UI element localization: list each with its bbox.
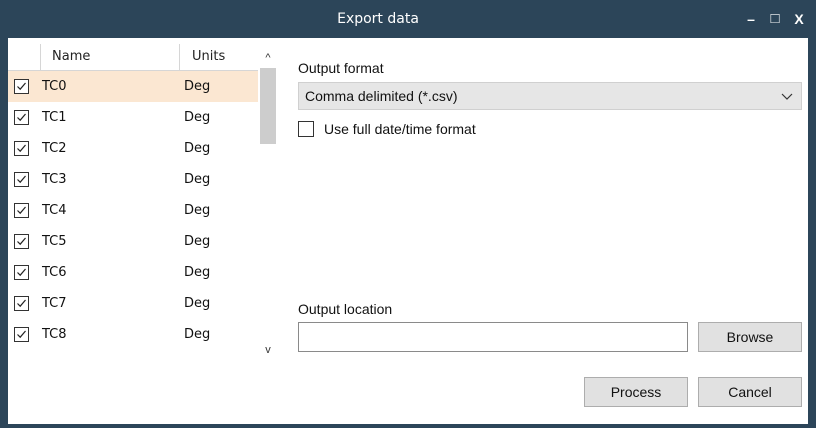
scroll-thumb[interactable] — [260, 68, 276, 144]
row-checkbox[interactable] — [14, 141, 29, 156]
row-checkbox[interactable] — [14, 234, 29, 249]
row-name: TC7 — [42, 296, 67, 311]
row-units: Deg — [184, 265, 211, 280]
row-units: Deg — [184, 141, 211, 156]
row-name: TC3 — [42, 172, 67, 187]
row-name: TC2 — [42, 141, 67, 156]
vertical-scrollbar[interactable]: ^ v — [258, 44, 278, 364]
row-checkbox[interactable] — [14, 327, 29, 342]
row-name: TC0 — [42, 79, 67, 94]
list-item[interactable]: TC4 Deg — [8, 195, 258, 226]
channel-list[interactable]: Name Units TC0 Deg TC1 Deg TC2 Deg TC3 Deg TC4 De… — [8, 44, 278, 364]
output-format-value: Comma delimited (*.csv) — [305, 88, 458, 104]
process-button[interactable]: Process — [584, 377, 688, 407]
output-location-label: Output location — [298, 301, 393, 317]
row-units: Deg — [184, 327, 211, 342]
row-checkbox[interactable] — [14, 265, 29, 280]
row-units: Deg — [184, 203, 211, 218]
row-name: TC1 — [42, 110, 67, 125]
close-button[interactable]: X — [788, 0, 810, 38]
output-format-label: Output format — [298, 60, 384, 76]
cancel-button[interactable]: Cancel — [698, 377, 802, 407]
row-units: Deg — [184, 110, 211, 125]
row-units: Deg — [184, 234, 211, 249]
row-name: TC5 — [42, 234, 67, 249]
column-header-name[interactable]: Name — [40, 44, 180, 70]
list-item[interactable]: TC0 Deg — [8, 71, 258, 102]
list-rows: TC0 Deg TC1 Deg TC2 Deg TC3 Deg TC4 Deg TC5 Deg TC6 D… — [8, 71, 258, 350]
column-header-units[interactable]: Units — [180, 44, 258, 70]
scroll-down-icon[interactable]: v — [258, 340, 278, 360]
output-format-select[interactable]: Comma delimited (*.csv) — [298, 82, 802, 110]
full-datetime-checkbox[interactable] — [298, 121, 314, 137]
row-checkbox[interactable] — [14, 203, 29, 218]
export-data-window: Export data – □ X Name Units TC0 Deg TC1 De… — [0, 0, 816, 428]
list-item[interactable]: TC1 Deg — [8, 102, 258, 133]
row-units: Deg — [184, 172, 211, 187]
row-checkbox[interactable] — [14, 79, 29, 94]
row-units: Deg — [184, 79, 211, 94]
row-name: TC8 — [42, 327, 67, 342]
window-title: Export data — [337, 11, 419, 27]
row-name: TC4 — [42, 203, 67, 218]
maximize-button[interactable]: □ — [764, 0, 786, 38]
list-item[interactable]: TC8 Deg — [8, 319, 258, 350]
list-item[interactable]: TC6 Deg — [8, 257, 258, 288]
browse-button[interactable]: Browse — [698, 322, 802, 352]
list-item[interactable]: TC3 Deg — [8, 164, 258, 195]
header-check-column — [8, 44, 41, 70]
row-checkbox[interactable] — [14, 172, 29, 187]
scroll-up-icon[interactable]: ^ — [258, 48, 278, 68]
list-item[interactable]: TC7 Deg — [8, 288, 258, 319]
row-name: TC6 — [42, 265, 67, 280]
list-header: Name Units — [8, 44, 258, 71]
minimize-button[interactable]: – — [740, 0, 762, 38]
row-checkbox[interactable] — [14, 110, 29, 125]
row-units: Deg — [184, 296, 211, 311]
title-bar[interactable]: Export data – □ X — [0, 0, 816, 38]
list-item[interactable]: TC5 Deg — [8, 226, 258, 257]
full-datetime-label[interactable]: Use full date/time format — [324, 121, 476, 137]
row-checkbox[interactable] — [14, 296, 29, 311]
chevron-down-icon — [781, 83, 793, 118]
output-location-input[interactable] — [298, 322, 688, 352]
list-item[interactable]: TC2 Deg — [8, 133, 258, 164]
